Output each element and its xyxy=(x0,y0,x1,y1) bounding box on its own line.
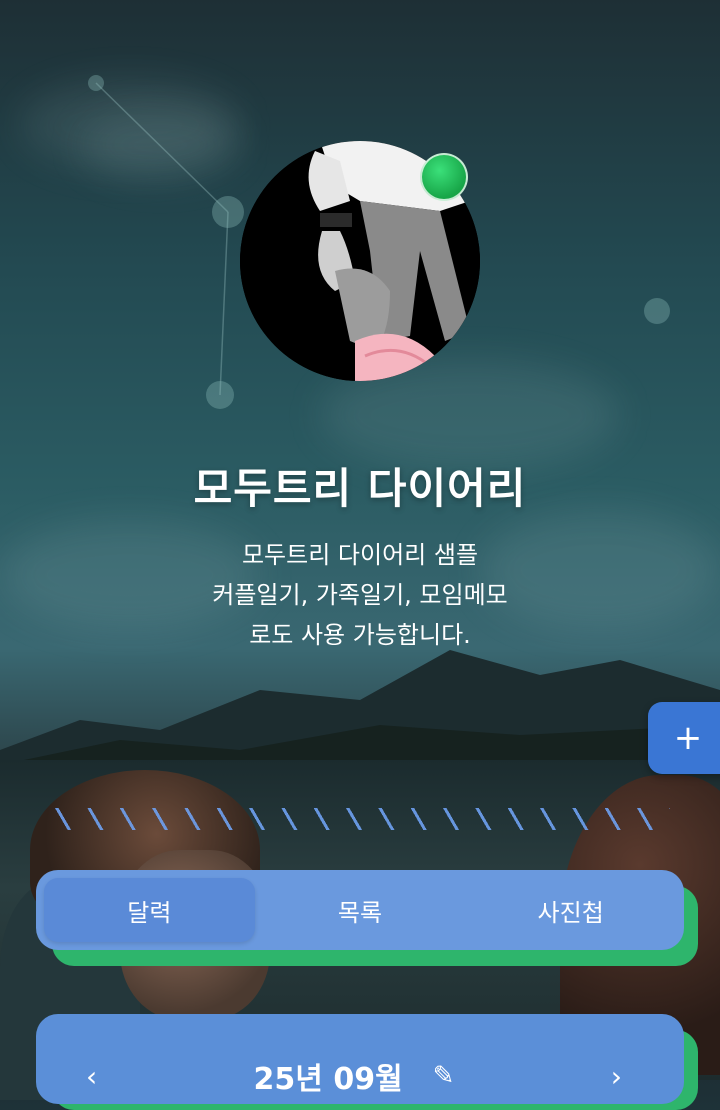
month-navigation: ‹ 25년 09월 ✎ › xyxy=(36,1054,684,1098)
tab-calendar[interactable]: 달력 xyxy=(44,878,255,942)
app-title: 모두트리 다이어리 xyxy=(193,464,527,513)
description-line: 로도 사용 가능합니다. xyxy=(249,621,471,649)
add-entry-button[interactable]: + xyxy=(648,702,720,774)
chevron-left-icon[interactable]: ‹ xyxy=(86,1060,97,1093)
tab-photo-album[interactable]: 사진첩 xyxy=(465,878,676,942)
plus-icon: + xyxy=(673,718,703,758)
calendar-panel: ‹ 25년 09월 ✎ › xyxy=(36,1014,684,1104)
pencil-icon[interactable]: ✎ xyxy=(433,1061,455,1091)
view-tabs: 달력 목록 사진첩 xyxy=(36,870,684,950)
app-description: 모두트리 다이어리 샘플 커플일기, 가족일기, 모임메모 로도 사용 가능합니… xyxy=(0,535,720,655)
chevron-right-icon[interactable]: › xyxy=(611,1060,622,1093)
description-line: 커플일기, 가족일기, 모임메모 xyxy=(212,581,508,609)
decorative-stripes xyxy=(55,808,670,830)
description-line: 모두트리 다이어리 샘플 xyxy=(241,541,479,569)
tab-list[interactable]: 목록 xyxy=(255,878,466,942)
online-status-badge xyxy=(420,153,468,201)
month-label: 25년 09월 xyxy=(253,1062,403,1097)
